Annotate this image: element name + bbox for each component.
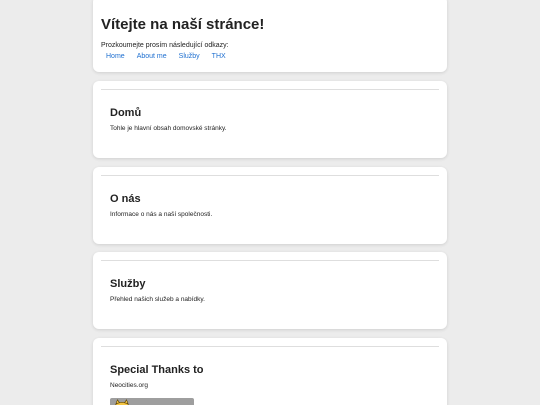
- section-divider: [101, 175, 439, 176]
- header-card: Vítejte na naší stránce! Prozkoumejte pr…: [93, 0, 447, 72]
- neocities-badge[interactable]: [110, 398, 194, 405]
- page-subtitle: Prozkoumejte prosím následující odkazy:: [101, 42, 229, 49]
- section-about: O nás Informace o nás a naší společnosti…: [93, 167, 447, 244]
- neocities-cat-icon: [115, 399, 129, 405]
- section-title: Domů: [110, 107, 142, 119]
- nav-link-thx[interactable]: THX: [206, 52, 232, 61]
- section-services: Služby Přehled našich služeb a nabídky.: [93, 252, 447, 329]
- main-nav: Home About me Služby THX: [101, 52, 232, 61]
- nav-link-home[interactable]: Home: [101, 52, 131, 61]
- section-title: Služby: [110, 278, 146, 290]
- section-divider: [101, 260, 439, 261]
- nav-link-services[interactable]: Služby: [173, 52, 206, 61]
- section-text: Přehled našich služeb a nabídky.: [110, 296, 205, 303]
- nav-link-about[interactable]: About me: [131, 52, 173, 61]
- section-home: Domů Tohle je hlavní obsah domovské strá…: [93, 81, 447, 158]
- page-title: Vítejte na naší stránce!: [101, 16, 265, 33]
- section-text: Neocities.org: [110, 382, 148, 389]
- section-text: Informace o nás a naší společnosti.: [110, 211, 213, 218]
- section-title: Special Thanks to: [110, 364, 204, 376]
- section-text: Tohle je hlavní obsah domovské stránky.: [110, 125, 227, 132]
- page: Vítejte na naší stránce! Prozkoumejte pr…: [0, 0, 540, 405]
- section-thanks: Special Thanks to Neocities.org: [93, 338, 447, 405]
- section-divider: [101, 89, 439, 90]
- section-divider: [101, 346, 439, 347]
- section-title: O nás: [110, 193, 141, 205]
